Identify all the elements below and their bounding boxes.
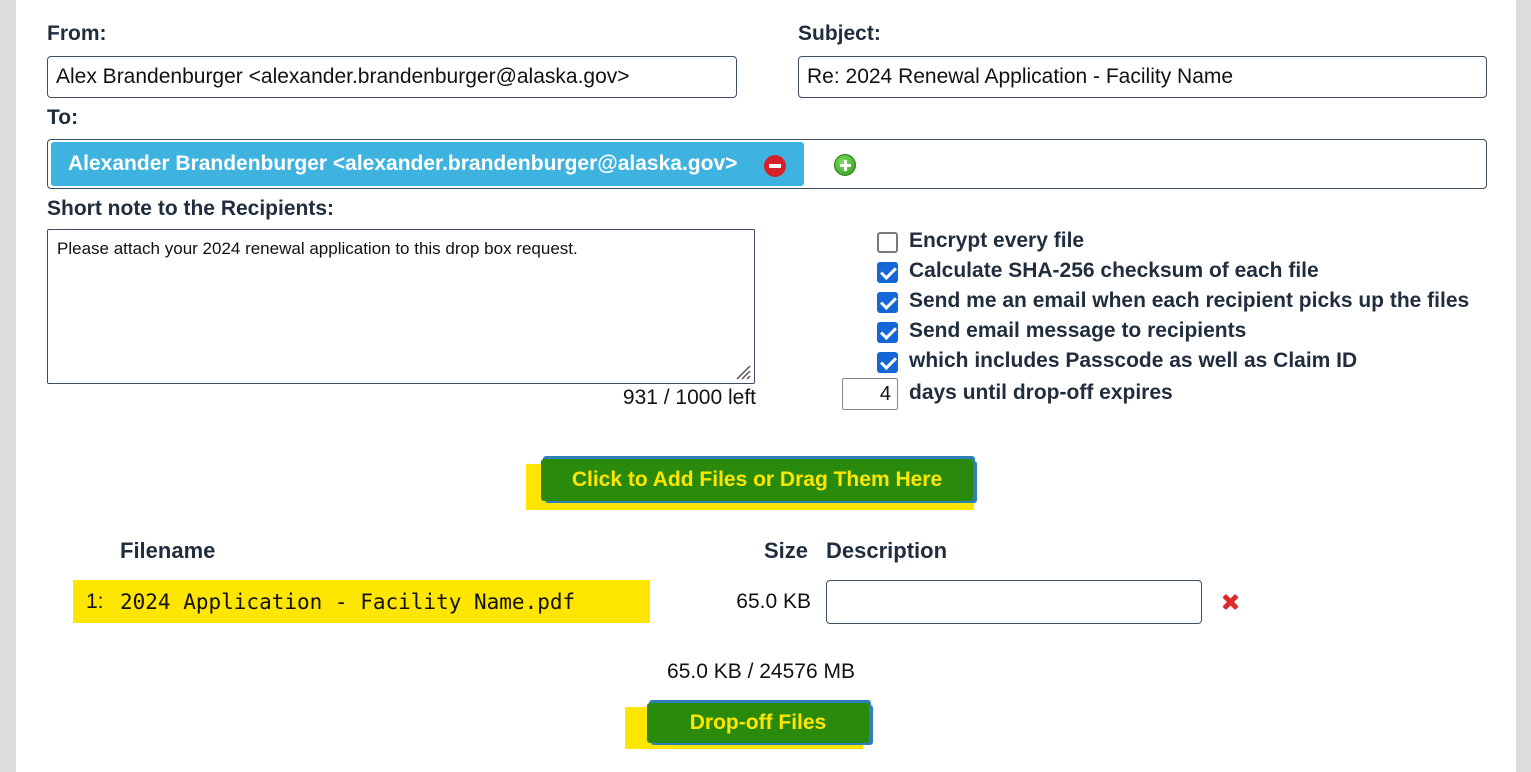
passcode-label: which includes Passcode as well as Claim… bbox=[909, 349, 1358, 372]
recipient-chip-label: Alexander Brandenburger <alexander.brand… bbox=[68, 152, 738, 175]
passcode-checkbox[interactable] bbox=[877, 352, 898, 373]
pickup-email-checkbox[interactable] bbox=[877, 292, 898, 313]
checksum-label: Calculate SHA-256 checksum of each file bbox=[909, 259, 1319, 282]
description-header: Description bbox=[826, 538, 948, 563]
from-label: From: bbox=[47, 22, 107, 45]
filename-header: Filename bbox=[120, 538, 216, 563]
from-field[interactable]: Alex Brandenburger <alexander.brandenbur… bbox=[47, 56, 737, 98]
recipient-chip: Alexander Brandenburger <alexander.brand… bbox=[51, 142, 804, 186]
note-textarea[interactable]: Please attach your 2024 renewal applicat… bbox=[47, 229, 755, 384]
file-index: 1: bbox=[86, 590, 104, 613]
dropoff-form-panel: From: Alex Brandenburger <alexander.bran… bbox=[16, 0, 1516, 772]
char-counter: 931 / 1000 left bbox=[622, 386, 756, 409]
add-files-button[interactable]: Click to Add Files or Drag Them Here bbox=[541, 459, 973, 501]
recipients-box[interactable]: Alexander Brandenburger <alexander.brand… bbox=[47, 139, 1487, 189]
recipient-email-label: Send email message to recipients bbox=[909, 319, 1247, 342]
subject-field[interactable]: Re: 2024 Renewal Application - Facility … bbox=[798, 56, 1487, 98]
file-description-input[interactable] bbox=[826, 580, 1202, 624]
note-text: Please attach your 2024 renewal applicat… bbox=[57, 239, 578, 258]
total-size: 65.0 KB / 24576 MB bbox=[667, 660, 855, 683]
pickup-email-label: Send me an email when each recipient pic… bbox=[909, 289, 1470, 312]
expire-days-input[interactable]: 4 bbox=[842, 378, 898, 410]
checksum-checkbox[interactable] bbox=[877, 262, 898, 283]
add-recipient-icon[interactable] bbox=[834, 154, 856, 176]
subject-label: Subject: bbox=[798, 22, 881, 45]
note-label: Short note to the Recipients: bbox=[47, 197, 335, 220]
to-label: To: bbox=[47, 106, 79, 129]
file-size: 65.0 KB bbox=[736, 590, 811, 613]
expire-label: days until drop-off expires bbox=[909, 381, 1173, 404]
resize-grip-icon[interactable] bbox=[731, 360, 751, 380]
delete-file-icon[interactable] bbox=[1220, 592, 1240, 612]
encrypt-checkbox[interactable] bbox=[877, 232, 898, 253]
size-header: Size bbox=[764, 538, 809, 563]
encrypt-label: Encrypt every file bbox=[909, 229, 1085, 252]
remove-recipient-icon[interactable] bbox=[764, 155, 786, 177]
dropoff-button[interactable]: Drop-off Files bbox=[647, 703, 869, 743]
recipient-email-checkbox[interactable] bbox=[877, 322, 898, 343]
file-name: 2024 Application - Facility Name.pdf bbox=[120, 590, 576, 614]
